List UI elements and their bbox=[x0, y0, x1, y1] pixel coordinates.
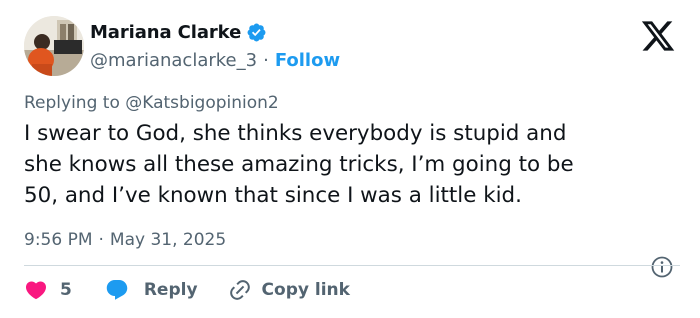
heart-icon bbox=[25, 281, 47, 300]
replying-to-prefix: Replying to bbox=[24, 93, 126, 113]
avatar-image bbox=[24, 16, 84, 76]
reply-label: Reply bbox=[143, 280, 198, 300]
follow-button[interactable]: Follow bbox=[275, 50, 340, 71]
x-logo-icon[interactable] bbox=[638, 18, 678, 54]
tweet-text: I swear to God, she thinks everybody is … bbox=[24, 121, 574, 208]
author-handle-row: @marianaclarke_3 · Follow bbox=[90, 47, 340, 73]
tweet-time: 9:56 PM bbox=[24, 230, 93, 250]
author-handle[interactable]: @marianaclarke_3 bbox=[90, 50, 257, 71]
copy-link-button[interactable]: Copy link bbox=[228, 278, 350, 302]
link-icon bbox=[229, 280, 250, 300]
author-name[interactable]: Mariana Clarke bbox=[90, 22, 241, 43]
handle-separator: · bbox=[263, 49, 269, 71]
meta-separator: · bbox=[98, 230, 104, 250]
reply-bubble-icon bbox=[106, 280, 128, 300]
copy-link-label: Copy link bbox=[261, 280, 350, 300]
verified-badge-icon bbox=[246, 22, 267, 43]
replying-to-line: Replying to @Katsbigopinion2 bbox=[24, 93, 279, 113]
reply-button[interactable]: Reply bbox=[104, 278, 198, 302]
replying-to-mention[interactable]: @Katsbigopinion2 bbox=[125, 93, 279, 113]
tweet-timestamp[interactable]: 9:56 PM · May 31, 2025 bbox=[24, 227, 226, 253]
like-count: 5 bbox=[60, 280, 72, 300]
tweet-date: May 31, 2025 bbox=[109, 230, 227, 250]
like-button[interactable]: 5 bbox=[24, 278, 72, 302]
author-name-row: Mariana Clarke bbox=[90, 19, 267, 45]
action-bar: 5 Reply Copy link bbox=[24, 276, 350, 304]
divider bbox=[24, 265, 680, 266]
info-icon[interactable] bbox=[650, 255, 674, 279]
avatar[interactable] bbox=[24, 16, 84, 76]
